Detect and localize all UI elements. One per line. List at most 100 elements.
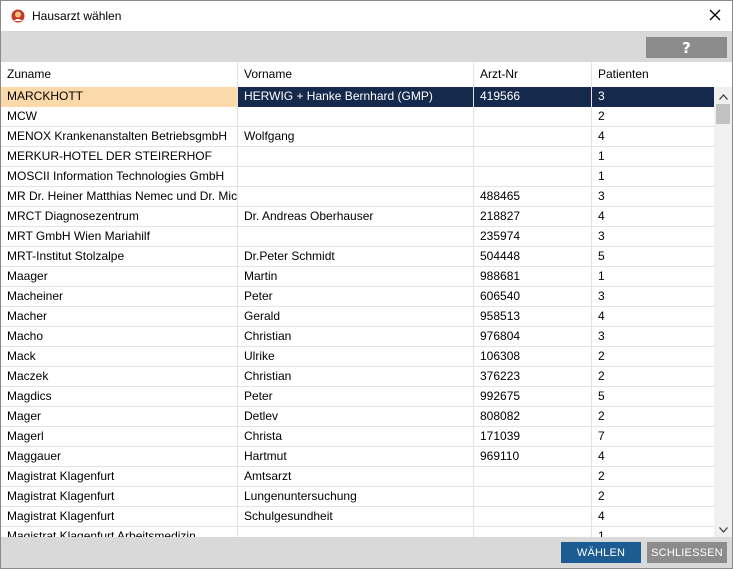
- cell-zuname[interactable]: Magistrat Klagenfurt Arbeitsmedizin: [1, 527, 238, 537]
- cell-vorname[interactable]: Christian: [238, 367, 474, 387]
- cell-patienten[interactable]: 4: [592, 207, 714, 227]
- cell-arzt-nr[interactable]: 504448: [474, 247, 592, 267]
- table-row[interactable]: Macher Gerald 958513 4: [1, 307, 714, 327]
- cell-vorname[interactable]: Peter: [238, 287, 474, 307]
- cell-vorname[interactable]: Christa: [238, 427, 474, 447]
- cell-zuname[interactable]: Magistrat Klagenfurt: [1, 467, 238, 487]
- cell-arzt-nr[interactable]: 969110: [474, 447, 592, 467]
- cell-patienten[interactable]: 5: [592, 387, 714, 407]
- cell-zuname[interactable]: Maggauer: [1, 447, 238, 467]
- scroll-down-button[interactable]: [714, 520, 732, 537]
- table-row[interactable]: MOSCII Information Technologies GmbH 1: [1, 167, 714, 187]
- cell-vorname[interactable]: [238, 227, 474, 247]
- vertical-scrollbar[interactable]: [714, 87, 732, 537]
- cell-zuname[interactable]: MENOX Krankenanstalten BetriebsgmbH: [1, 127, 238, 147]
- cell-vorname[interactable]: Amtsarzt: [238, 467, 474, 487]
- cell-zuname[interactable]: MRT GmbH Wien Mariahilf: [1, 227, 238, 247]
- cell-arzt-nr[interactable]: 488465: [474, 187, 592, 207]
- cell-arzt-nr[interactable]: [474, 107, 592, 127]
- cell-patienten[interactable]: 7: [592, 427, 714, 447]
- table-row[interactable]: Magistrat Klagenfurt Arbeitsmedizin 1: [1, 527, 714, 537]
- cell-arzt-nr[interactable]: [474, 507, 592, 527]
- cell-patienten[interactable]: 2: [592, 367, 714, 387]
- cell-patienten[interactable]: 2: [592, 407, 714, 427]
- cell-zuname[interactable]: MOSCII Information Technologies GmbH: [1, 167, 238, 187]
- cell-zuname[interactable]: Macho: [1, 327, 238, 347]
- cell-patienten[interactable]: 3: [592, 287, 714, 307]
- cell-patienten[interactable]: 4: [592, 447, 714, 467]
- cell-patienten[interactable]: 1: [592, 527, 714, 537]
- table-row[interactable]: Maczek Christian 376223 2: [1, 367, 714, 387]
- cell-zuname[interactable]: Magerl: [1, 427, 238, 447]
- close-button[interactable]: SCHLIESSEN: [647, 542, 727, 563]
- cell-patienten[interactable]: 1: [592, 267, 714, 287]
- cell-arzt-nr[interactable]: 808082: [474, 407, 592, 427]
- column-header-zuname[interactable]: Zuname: [1, 62, 238, 87]
- cell-vorname[interactable]: [238, 107, 474, 127]
- table-row[interactable]: Mack Ulrike 106308 2: [1, 347, 714, 367]
- cell-arzt-nr[interactable]: 376223: [474, 367, 592, 387]
- cell-patienten[interactable]: 4: [592, 307, 714, 327]
- cell-zuname[interactable]: Macheiner: [1, 287, 238, 307]
- scroll-up-button[interactable]: [714, 87, 732, 104]
- cell-vorname[interactable]: [238, 527, 474, 537]
- close-window-button[interactable]: [698, 1, 732, 31]
- table-row[interactable]: Mager Detlev 808082 2: [1, 407, 714, 427]
- table-row[interactable]: Magdics Peter 992675 5: [1, 387, 714, 407]
- table-row[interactable]: MCW 2: [1, 107, 714, 127]
- table-row[interactable]: MRT GmbH Wien Mariahilf 235974 3: [1, 227, 714, 247]
- cell-patienten[interactable]: 4: [592, 507, 714, 527]
- cell-arzt-nr[interactable]: 976804: [474, 327, 592, 347]
- cell-vorname[interactable]: [238, 167, 474, 187]
- cell-zuname[interactable]: Maczek: [1, 367, 238, 387]
- column-header-vorname[interactable]: Vorname: [238, 62, 474, 87]
- cell-zuname[interactable]: Mack: [1, 347, 238, 367]
- cell-zuname[interactable]: MRCT Diagnosezentrum: [1, 207, 238, 227]
- cell-patienten[interactable]: 1: [592, 147, 714, 167]
- cell-arzt-nr[interactable]: 218827: [474, 207, 592, 227]
- cell-vorname[interactable]: HERWIG + Hanke Bernhard (GMP): [238, 87, 474, 107]
- table-row[interactable]: Macho Christian 976804 3: [1, 327, 714, 347]
- table-row[interactable]: MARCKHOTT HERWIG + Hanke Bernhard (GMP) 41…: [1, 87, 714, 107]
- cell-patienten[interactable]: 3: [592, 87, 714, 107]
- cell-vorname[interactable]: [238, 147, 474, 167]
- cell-vorname[interactable]: Schulgesundheit: [238, 507, 474, 527]
- cell-zuname[interactable]: MERKUR-HOTEL DER STEIRERHOF: [1, 147, 238, 167]
- cell-vorname[interactable]: Gerald: [238, 307, 474, 327]
- table-row[interactable]: Maggauer Hartmut 969110 4: [1, 447, 714, 467]
- cell-arzt-nr[interactable]: [474, 167, 592, 187]
- cell-arzt-nr[interactable]: [474, 467, 592, 487]
- help-button[interactable]: ?: [646, 37, 727, 58]
- cell-zuname[interactable]: Maager: [1, 267, 238, 287]
- cell-patienten[interactable]: 3: [592, 227, 714, 247]
- cell-patienten[interactable]: 3: [592, 187, 714, 207]
- table-row[interactable]: Magerl Christa 171039 7: [1, 427, 714, 447]
- cell-vorname[interactable]: Dr. Andreas Oberhauser: [238, 207, 474, 227]
- cell-zuname[interactable]: Mager: [1, 407, 238, 427]
- table-row[interactable]: Magistrat Klagenfurt Amtsarzt 2: [1, 467, 714, 487]
- cell-patienten[interactable]: 1: [592, 167, 714, 187]
- table-row[interactable]: Magistrat Klagenfurt Schulgesundheit 4: [1, 507, 714, 527]
- cell-arzt-nr[interactable]: [474, 147, 592, 167]
- scrollbar-thumb[interactable]: [716, 104, 730, 124]
- column-header-arzt-nr[interactable]: Arzt-Nr: [474, 62, 592, 87]
- cell-arzt-nr[interactable]: 106308: [474, 347, 592, 367]
- cell-patienten[interactable]: 2: [592, 467, 714, 487]
- cell-arzt-nr[interactable]: [474, 127, 592, 147]
- cell-zuname[interactable]: Magistrat Klagenfurt: [1, 507, 238, 527]
- cell-zuname[interactable]: Macher: [1, 307, 238, 327]
- cell-arzt-nr[interactable]: 988681: [474, 267, 592, 287]
- cell-arzt-nr[interactable]: [474, 487, 592, 507]
- cell-vorname[interactable]: Dr.Peter Schmidt: [238, 247, 474, 267]
- table-row[interactable]: MRT-Institut Stolzalpe Dr.Peter Schmidt 50…: [1, 247, 714, 267]
- cell-patienten[interactable]: 3: [592, 327, 714, 347]
- cell-zuname[interactable]: MCW: [1, 107, 238, 127]
- cell-vorname[interactable]: Lungenuntersuchung: [238, 487, 474, 507]
- cell-vorname[interactable]: Wolfgang: [238, 127, 474, 147]
- column-header-patienten[interactable]: Patienten: [592, 62, 732, 87]
- cell-patienten[interactable]: 2: [592, 487, 714, 507]
- table-row[interactable]: Maager Martin 988681 1: [1, 267, 714, 287]
- cell-arzt-nr[interactable]: 958513: [474, 307, 592, 327]
- table-row[interactable]: Macheiner Peter 606540 3: [1, 287, 714, 307]
- cell-vorname[interactable]: [238, 187, 474, 207]
